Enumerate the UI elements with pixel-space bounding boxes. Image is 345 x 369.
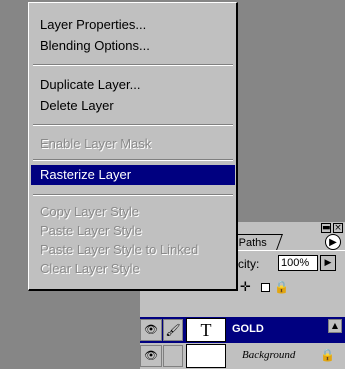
opacity-arrow-button[interactable]: ▶: [320, 255, 336, 271]
tab-paths-label: Paths: [238, 237, 267, 249]
layer-name: GOLD: [232, 323, 264, 335]
layer-name: Background: [242, 349, 296, 361]
menu-separator: [33, 64, 233, 66]
layer-row-background[interactable]: 👁 Background 🔒: [140, 343, 345, 369]
brush-icon[interactable]: 🖌: [163, 319, 183, 341]
menu-separator: [33, 194, 233, 196]
close-button[interactable]: ×: [333, 223, 343, 233]
layer-thumbnail: [186, 344, 226, 368]
menu-item-blending-options[interactable]: Blending Options...: [31, 36, 235, 56]
eye-icon[interactable]: 👁: [140, 319, 162, 341]
menu-item-duplicate-layer[interactable]: Duplicate Layer...: [31, 75, 235, 95]
menu-item-layer-properties[interactable]: Layer Properties...: [31, 15, 235, 35]
eye-icon[interactable]: 👁: [140, 345, 162, 367]
menu-item-paste-layer-style-to-linked: Paste Layer Style to Linked: [40, 242, 199, 257]
lock-icon: 🔒: [320, 348, 335, 362]
menu-item-clear-layer-style: Clear Layer Style: [40, 261, 140, 276]
menu-item-enable-layer-mask: Enable Layer Mask: [40, 136, 152, 151]
menu-item-rasterize-layer[interactable]: Rasterize Layer: [31, 165, 235, 185]
scroll-up-arrow[interactable]: ▲: [328, 319, 342, 333]
opacity-label: city:: [238, 257, 260, 271]
minimize-button[interactable]: ▬: [321, 223, 331, 233]
menu-separator: [33, 124, 233, 126]
menu-separator: [33, 159, 233, 161]
layer-row-gold[interactable]: 👁 🖌 T GOLD: [140, 317, 345, 343]
palette-menu-button[interactable]: ▶: [325, 234, 341, 250]
menu-item-delete-layer[interactable]: Delete Layer: [31, 96, 235, 116]
opacity-field[interactable]: 100%: [278, 255, 318, 271]
move-icon: ✛: [240, 280, 251, 295]
menu-item-paste-layer-style: Paste Layer Style: [40, 223, 142, 238]
lock-all-checkbox[interactable]: [261, 283, 270, 292]
lock-icon: 🔒: [274, 280, 289, 294]
layer-thumbnail: T: [186, 318, 226, 342]
menu-item-copy-layer-style: Copy Layer Style: [40, 204, 139, 219]
link-cell[interactable]: [163, 345, 183, 367]
layer-context-menu: Layer Properties... Blending Options... …: [28, 2, 238, 291]
